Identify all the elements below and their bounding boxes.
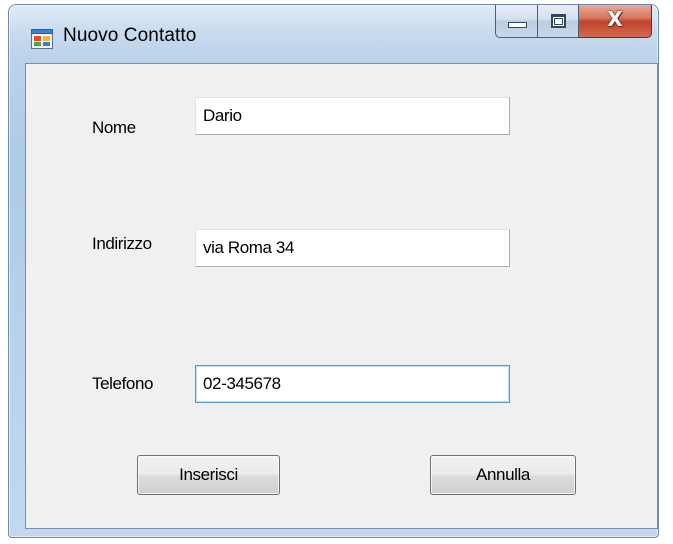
form-client-area: Nome Indirizzo Telefono Inserisci Annull… xyxy=(25,63,658,529)
nome-label: Nome xyxy=(92,118,136,137)
window-title: Nuovo Contatto xyxy=(63,25,197,46)
title-bar[interactable]: Nuovo Contatto X xyxy=(9,5,658,63)
close-icon: X xyxy=(607,7,623,31)
maximize-icon xyxy=(551,14,566,28)
indirizzo-label: Indirizzo xyxy=(92,234,152,253)
form-app-icon[interactable] xyxy=(31,29,53,49)
indirizzo-input[interactable] xyxy=(195,229,510,267)
caption-buttons: X xyxy=(495,5,652,41)
minimize-icon xyxy=(508,22,527,28)
telefono-input[interactable] xyxy=(195,365,510,403)
annulla-button[interactable]: Annulla xyxy=(430,455,576,495)
nome-input[interactable] xyxy=(195,97,510,135)
inserisci-button[interactable]: Inserisci xyxy=(137,455,280,495)
maximize-button[interactable] xyxy=(538,5,579,38)
close-button[interactable]: X xyxy=(579,5,652,38)
minimize-button[interactable] xyxy=(495,5,538,38)
telefono-label: Telefono xyxy=(92,374,154,393)
